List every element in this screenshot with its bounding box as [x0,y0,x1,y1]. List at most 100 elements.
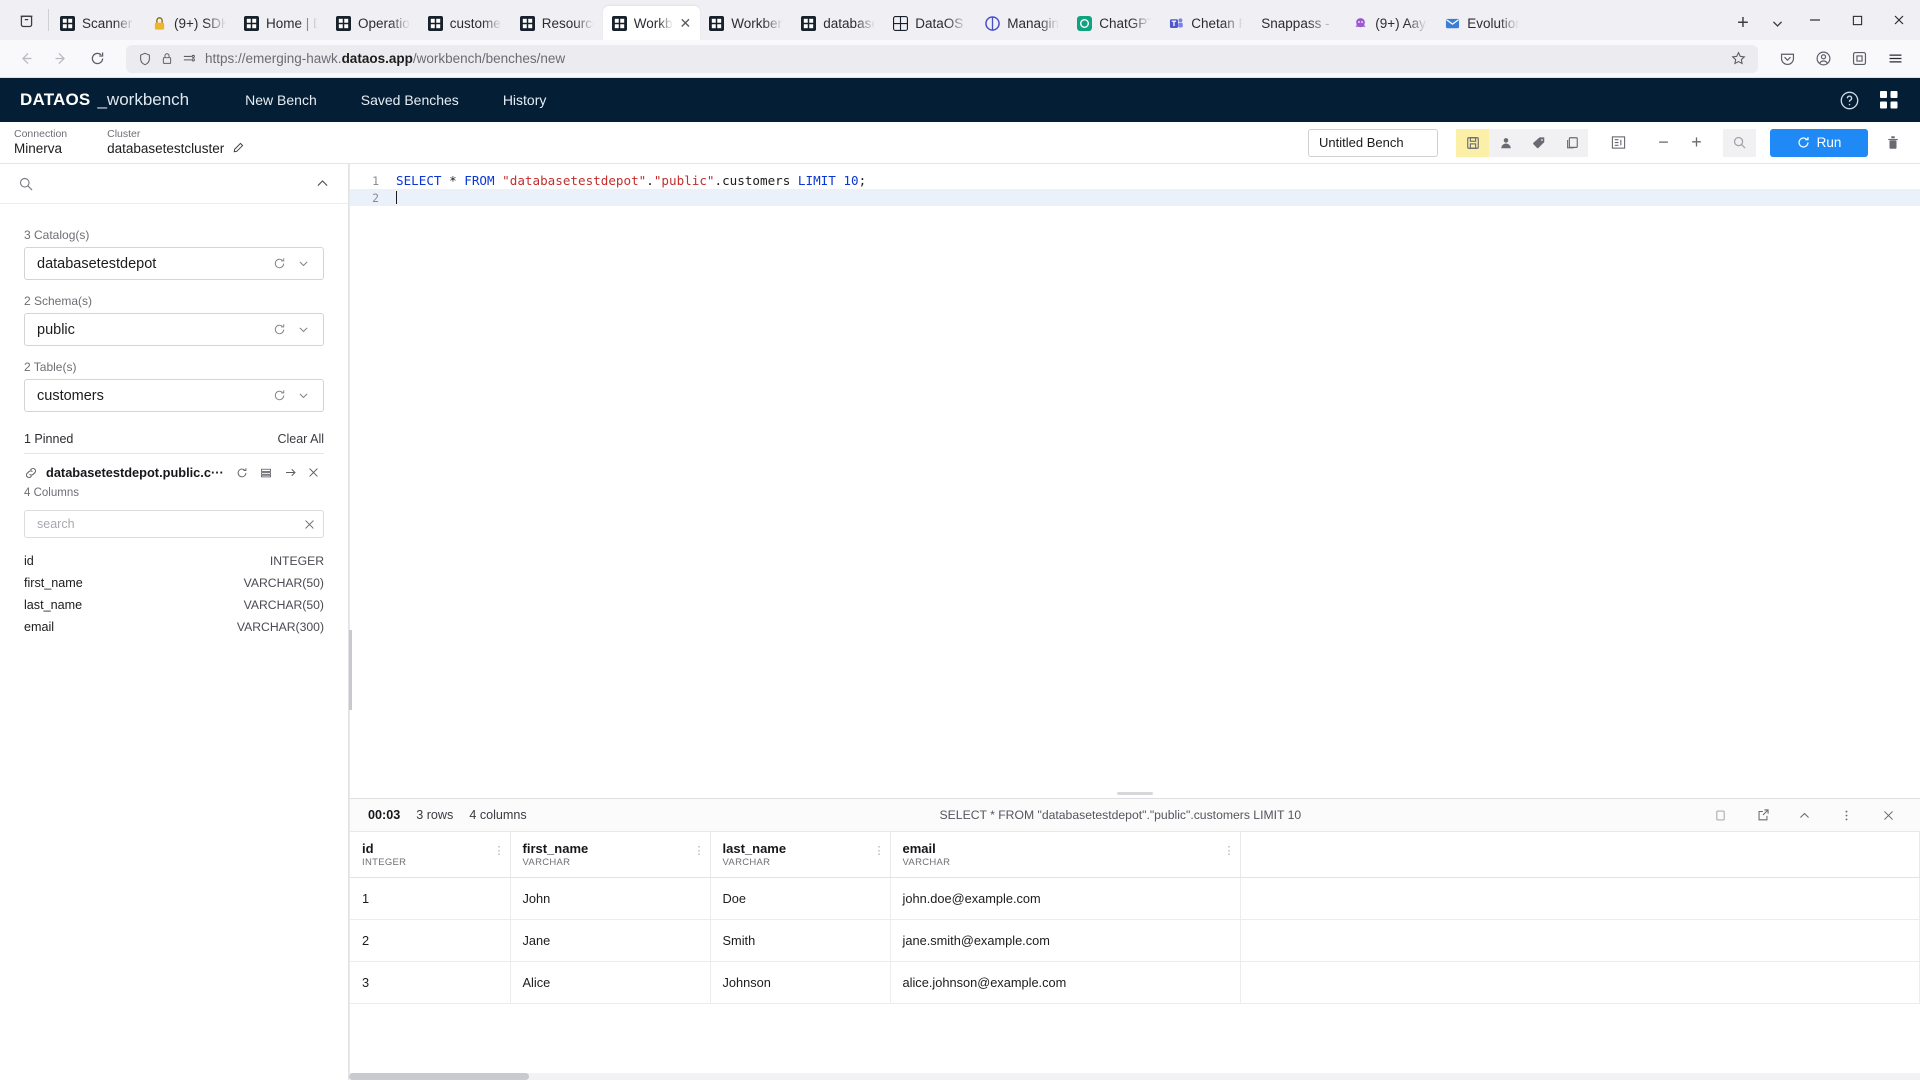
zoom-in-button[interactable]: + [1680,129,1713,157]
sql-editor[interactable]: 1 SELECT * FROM "databasetestdepot"."publ… [349,164,1920,798]
bench-name-input[interactable] [1308,128,1438,157]
pocket-icon[interactable] [1770,44,1804,74]
more-vertical-icon[interactable] [1840,809,1866,822]
chevron-up-icon[interactable] [1798,809,1824,822]
pinned-table-name[interactable]: databasetestdepot.public.c··· [46,465,228,480]
tracking-protection-icon[interactable] [182,53,196,65]
results-column-header[interactable]: email VARCHAR ⋮ [890,832,1241,879]
browser-tab[interactable]: Workben [700,6,792,40]
close-icon[interactable] [1882,809,1908,822]
sidebar-scrollbar[interactable] [349,630,352,710]
browser-tab[interactable]: Scanner - [51,6,143,40]
new-tab-button[interactable]: + [1726,6,1760,40]
connection-value[interactable]: Minerva [14,141,67,158]
browser-tab[interactable]: Operatio [327,6,419,40]
chevron-down-icon[interactable] [297,389,315,402]
copy-icon[interactable] [1555,128,1588,157]
browser-tab[interactable]: customer [419,6,511,40]
code-line[interactable]: 1 SELECT * FROM "databasetestdepot"."publ… [350,172,1920,189]
sql-code[interactable]: 1 SELECT * FROM "databasetestdepot"."publ… [350,164,1920,206]
browser-tab[interactable]: Home | D [235,6,327,40]
chevron-up-icon[interactable] [315,176,330,191]
results-column-header[interactable]: id INTEGER ⋮ [350,832,511,879]
browser-tab[interactable]: DataOS S [884,6,976,40]
close-icon[interactable] [308,467,324,478]
arrow-right-icon[interactable] [284,466,300,479]
more-vertical-icon[interactable]: ⋮ [874,844,885,857]
column-row[interactable]: id INTEGER [24,550,324,572]
account-icon[interactable] [1806,44,1840,74]
brand-logo[interactable]: DATAOS _workbench [20,90,189,110]
browser-tab[interactable]: Chetan P [1160,6,1252,40]
forward-button[interactable] [44,44,78,74]
zoom-out-button[interactable]: − [1647,129,1680,157]
more-vertical-icon[interactable]: ⋮ [1224,844,1235,857]
app-menu-icon[interactable] [1878,44,1912,74]
column-row[interactable]: email VARCHAR(300) [24,616,324,638]
search-icon[interactable] [18,176,34,192]
code-line[interactable]: 2 [350,189,1920,206]
reload-button[interactable] [80,44,114,74]
more-vertical-icon[interactable]: ⋮ [694,844,705,857]
pencil-icon[interactable] [233,141,244,156]
clear-all-button[interactable]: Clear All [277,432,324,446]
refresh-icon[interactable] [273,323,291,336]
export-icon[interactable] [1756,808,1782,822]
refresh-icon[interactable] [273,257,291,270]
browser-tab[interactable]: Workb ✕ [602,6,701,40]
browser-tab[interactable]: ChatGPT [1068,6,1160,40]
copy-icon[interactable] [1714,809,1740,822]
window-close-button[interactable] [1878,0,1920,40]
app-grid-icon[interactable] [1878,89,1900,111]
results-column-header[interactable]: last_name VARCHAR ⋮ [710,832,891,879]
chevron-down-icon[interactable] [297,323,315,336]
firefox-view-button[interactable] [4,0,48,40]
browser-tab[interactable]: (9+) Aayu [1344,6,1436,40]
catalog-select[interactable]: databasetestdepot [24,247,324,280]
table-row[interactable]: 1 John Doe john.doe@example.com [350,877,1920,921]
back-button[interactable] [8,44,42,74]
save-icon[interactable] [1456,128,1489,157]
table-row[interactable]: 3 Alice Johnson alice.johnson@example.com [350,961,1920,1005]
nav-history[interactable]: History [481,92,569,108]
table-preview-icon[interactable] [260,467,276,479]
browser-tab[interactable]: Snappass - S [1252,6,1344,40]
column-row[interactable]: last_name VARCHAR(50) [24,594,324,616]
browser-tab[interactable]: Resource [511,6,603,40]
run-button[interactable]: Run [1770,128,1868,157]
browser-tab[interactable]: Managing [976,6,1068,40]
browser-tab[interactable]: database [792,6,884,40]
person-icon[interactable] [1489,128,1522,157]
nav-saved-benches[interactable]: Saved Benches [339,92,481,108]
trash-icon[interactable] [1876,129,1910,157]
search-icon[interactable] [1723,128,1756,157]
table-select[interactable]: customers [24,379,324,412]
editor-resize-handle[interactable] [1117,792,1153,795]
tag-icon[interactable] [1522,128,1555,157]
format-indent-icon[interactable] [1602,129,1635,157]
window-minimize-button[interactable] [1794,0,1836,40]
tab-strip[interactable]: Scanner - (9+) SDK Home | D Operatio custome… [51,0,1726,40]
table-row[interactable]: 2 Jane Smith jane.smith@example.com [350,919,1920,963]
help-circle-icon[interactable] [1838,89,1860,111]
address-bar[interactable]: https://emerging-hawk.dataos.app/workben… [126,44,1758,73]
nav-new-bench[interactable]: New Bench [223,92,339,108]
column-row[interactable]: first_name VARCHAR(50) [24,572,324,594]
browser-tab[interactable]: (9+) SDK [143,6,235,40]
close-icon[interactable] [304,519,315,530]
refresh-icon[interactable] [273,389,291,402]
results-column-header[interactable]: first_name VARCHAR ⋮ [510,832,711,879]
refresh-icon[interactable] [236,467,252,479]
bookmark-star-icon[interactable] [1731,51,1746,66]
column-search-input[interactable] [37,517,304,531]
cluster-value[interactable]: databasetestcluster [107,141,244,158]
more-vertical-icon[interactable]: ⋮ [494,844,505,857]
schema-select[interactable]: public [24,313,324,346]
tab-close-icon[interactable]: ✕ [680,16,692,30]
window-maximize-button[interactable] [1836,0,1878,40]
list-all-tabs-button[interactable] [1760,6,1794,40]
extensions-icon[interactable] [1842,44,1876,74]
horizontal-scrollbar[interactable] [349,1073,1920,1080]
column-search-row[interactable] [24,510,324,538]
browser-tab[interactable]: Evolution [1436,6,1528,40]
